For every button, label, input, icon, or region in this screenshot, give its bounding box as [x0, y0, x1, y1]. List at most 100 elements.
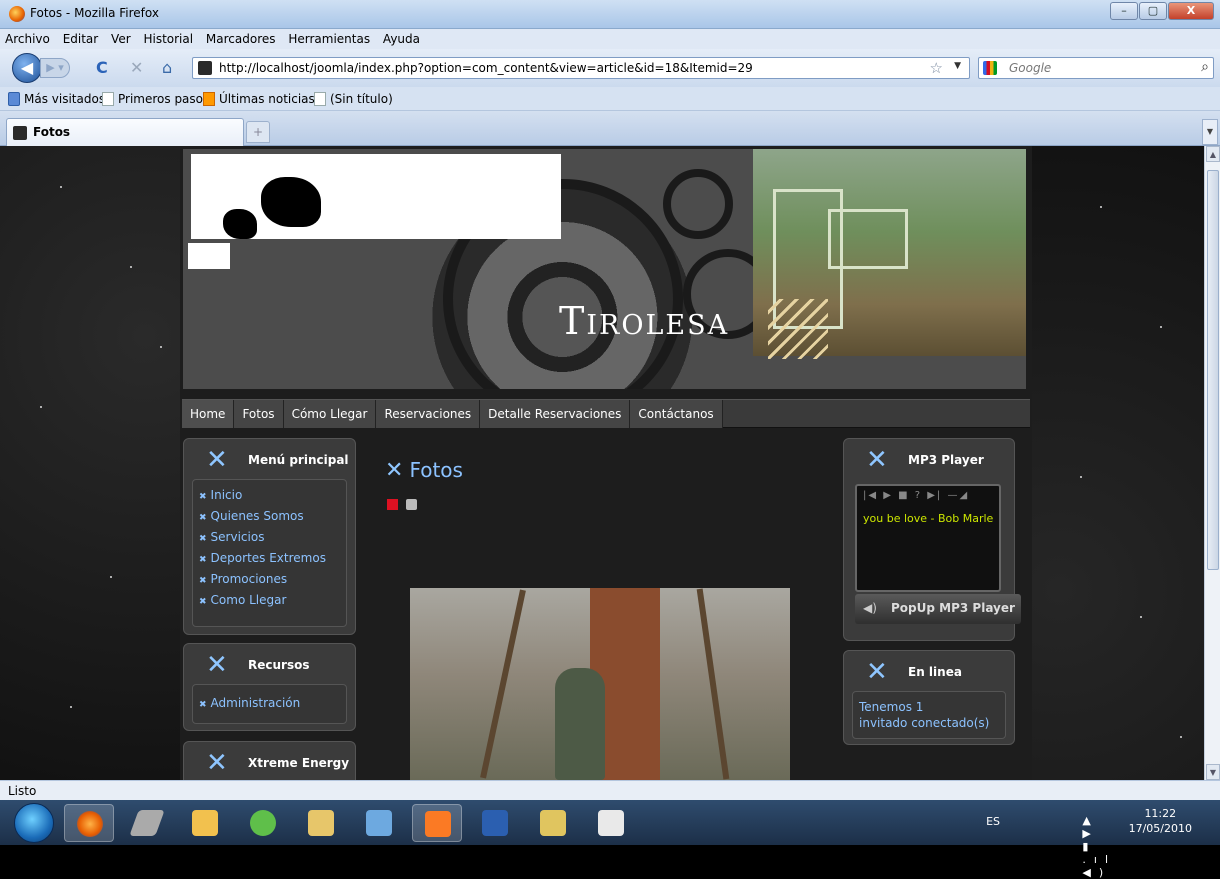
tab-list-button[interactable]: ▼: [1202, 119, 1218, 145]
stop-icon[interactable]: ✕: [130, 59, 143, 77]
folder-icon: [308, 810, 334, 836]
window-title: Fotos - Mozilla Firefox: [30, 6, 159, 20]
plus-icon: +: [252, 125, 264, 139]
taskbar-word[interactable]: [470, 804, 520, 842]
menu-link-servicios[interactable]: ✖ Servicios: [193, 527, 346, 548]
clock[interactable]: 11:22 17/05/2010: [1129, 806, 1192, 836]
x-logo-icon: ✕: [206, 748, 228, 778]
menu-herramientas[interactable]: Herramientas: [283, 29, 374, 46]
popup-mp3-player-button[interactable]: ◀) PopUp MP3 Player: [855, 594, 1021, 624]
url-bar[interactable]: http://localhost/joomla/index.php?option…: [192, 57, 970, 79]
module-menu-principal: ✕ Menú principal ✖ Inicio ✖ Quienes Somos ✖…: [183, 438, 356, 635]
menu-detalle-reservaciones[interactable]: Detalle Reservaciones: [480, 400, 631, 428]
back-button[interactable]: ◀: [12, 53, 42, 83]
vertical-scrollbar[interactable]: ▲ ▼: [1204, 146, 1220, 780]
reload-icon[interactable]: C: [96, 59, 108, 77]
taskbar-messenger[interactable]: [238, 804, 288, 842]
menu-fotos[interactable]: Fotos: [234, 400, 284, 428]
banner-white-block: [188, 243, 230, 269]
search-bar[interactable]: Google ⌕: [978, 57, 1214, 79]
site-favicon-icon: [198, 61, 212, 75]
menu-link-deportes-extremos[interactable]: ✖ Deportes Extremos: [193, 548, 346, 569]
tray-icons[interactable]: ▲ ▶ ▮ .ıl ◀): [1082, 814, 1116, 879]
x-logo-icon: ✕: [206, 650, 228, 680]
menu-archivo[interactable]: Archivo: [0, 29, 54, 46]
messenger-icon: [250, 810, 276, 836]
article-photo: [410, 588, 790, 780]
taskbar-app[interactable]: [122, 804, 172, 842]
banner-white-block: [373, 197, 448, 235]
menu-ver[interactable]: Ver: [106, 29, 135, 46]
scroll-down-icon[interactable]: ▼: [1206, 764, 1220, 780]
paintball-player: [555, 668, 605, 780]
menu-link-promociones[interactable]: ✖ Promociones: [193, 569, 346, 590]
page-icon: [102, 92, 114, 106]
status-text: Listo: [8, 784, 37, 798]
new-tab-button[interactable]: +: [246, 121, 270, 143]
search-placeholder: Google: [1009, 61, 1052, 75]
bullet-icon: ✖: [199, 576, 207, 586]
bullet-icon: ✖: [199, 492, 207, 502]
url-dropdown-icon[interactable]: ▼: [954, 61, 961, 71]
banner-white-block: [465, 154, 553, 194]
menu-editar[interactable]: Editar: [58, 29, 103, 46]
page-icon: [314, 92, 326, 106]
bookmark-sin-titulo[interactable]: (Sin título): [314, 92, 393, 106]
menu-reservaciones[interactable]: Reservaciones: [376, 400, 481, 428]
notepad-icon: [598, 810, 624, 836]
chevron-down-icon: ▼: [1206, 127, 1214, 136]
taskbar-firefox[interactable]: [64, 804, 114, 842]
mp3-controls[interactable]: |◀ ▶ ■ ? ▶| —◢: [863, 490, 969, 501]
google-icon[interactable]: [983, 61, 997, 75]
print-icon[interactable]: [406, 499, 417, 510]
bookmark-star-icon[interactable]: ☆: [930, 59, 943, 77]
banner-white-block: [465, 197, 530, 229]
menu-link-quienes-somos[interactable]: ✖ Quienes Somos: [193, 506, 346, 527]
bullet-icon: ✖: [199, 597, 207, 607]
bookmark-mas-visitados[interactable]: Más visitados: [8, 92, 105, 106]
banner-title: Tirolesa: [559, 299, 730, 343]
menu-link-como-llegar[interactable]: ✖ Como Llegar: [193, 590, 346, 611]
module-en-linea: ✕ En linea Tenemos 1 invitado conectado(s…: [843, 650, 1015, 745]
site-favicon-icon: [13, 126, 27, 140]
module-xtreme-energy: ✕ Xtreme Energy: [183, 741, 356, 780]
taskbar-files[interactable]: [528, 804, 578, 842]
scrollbar-thumb[interactable]: [1207, 170, 1219, 570]
bookmark-primeros-pasos[interactable]: Primeros pasos: [102, 92, 209, 106]
mp3-player-screen[interactable]: |◀ ▶ ■ ? ▶| —◢ you be love - Bob Marle: [855, 484, 1001, 592]
taskbar-media[interactable]: [354, 804, 404, 842]
forward-button[interactable]: ▶ ▾: [40, 58, 70, 78]
media-icon: [366, 810, 392, 836]
tab-fotos[interactable]: Fotos: [6, 118, 244, 146]
module-recursos: ✕ Recursos ✖ Administración: [183, 643, 356, 731]
taskbar-notepad[interactable]: [586, 804, 636, 842]
speaker-icon: ◀): [863, 601, 877, 615]
banner-circle: [663, 169, 733, 239]
start-button[interactable]: [14, 803, 54, 843]
menu-home[interactable]: Home: [182, 400, 235, 428]
language-indicator[interactable]: ES: [986, 815, 1000, 828]
search-icon[interactable]: ⌕: [1201, 59, 1209, 75]
menu-link-administracion[interactable]: ✖ Administración: [193, 693, 346, 714]
menu-marcadores[interactable]: Marcadores: [201, 29, 280, 46]
menu-historial[interactable]: Historial: [138, 29, 197, 46]
menu-contactanos[interactable]: Contáctanos: [630, 400, 723, 428]
bookmark-ultimas-noticias[interactable]: Últimas noticias: [203, 92, 315, 106]
taskbar-explorer[interactable]: [296, 804, 346, 842]
menu-como-llegar[interactable]: Cómo Llegar: [283, 400, 377, 428]
taskbar-xampp[interactable]: [412, 804, 462, 842]
x-logo-icon: ✕: [866, 445, 888, 475]
close-button[interactable]: X: [1168, 2, 1214, 20]
menu-link-inicio[interactable]: ✖ Inicio: [193, 485, 346, 506]
maximize-button[interactable]: ▢: [1139, 2, 1167, 20]
pdf-icon[interactable]: [387, 499, 398, 510]
menu-ayuda[interactable]: Ayuda: [378, 29, 424, 46]
bookmarks-toolbar: Más visitados Primeros pasos Últimas not…: [0, 87, 1220, 111]
minimize-button[interactable]: –: [1110, 2, 1138, 20]
online-guests: invitado conectado(s): [859, 716, 990, 730]
home-icon[interactable]: ⌂: [162, 59, 172, 77]
scroll-up-icon[interactable]: ▲: [1206, 146, 1220, 162]
taskbar-mail[interactable]: [180, 804, 230, 842]
snowboarder-silhouette-icon: [261, 177, 321, 227]
bullet-icon: ✖: [199, 513, 207, 523]
